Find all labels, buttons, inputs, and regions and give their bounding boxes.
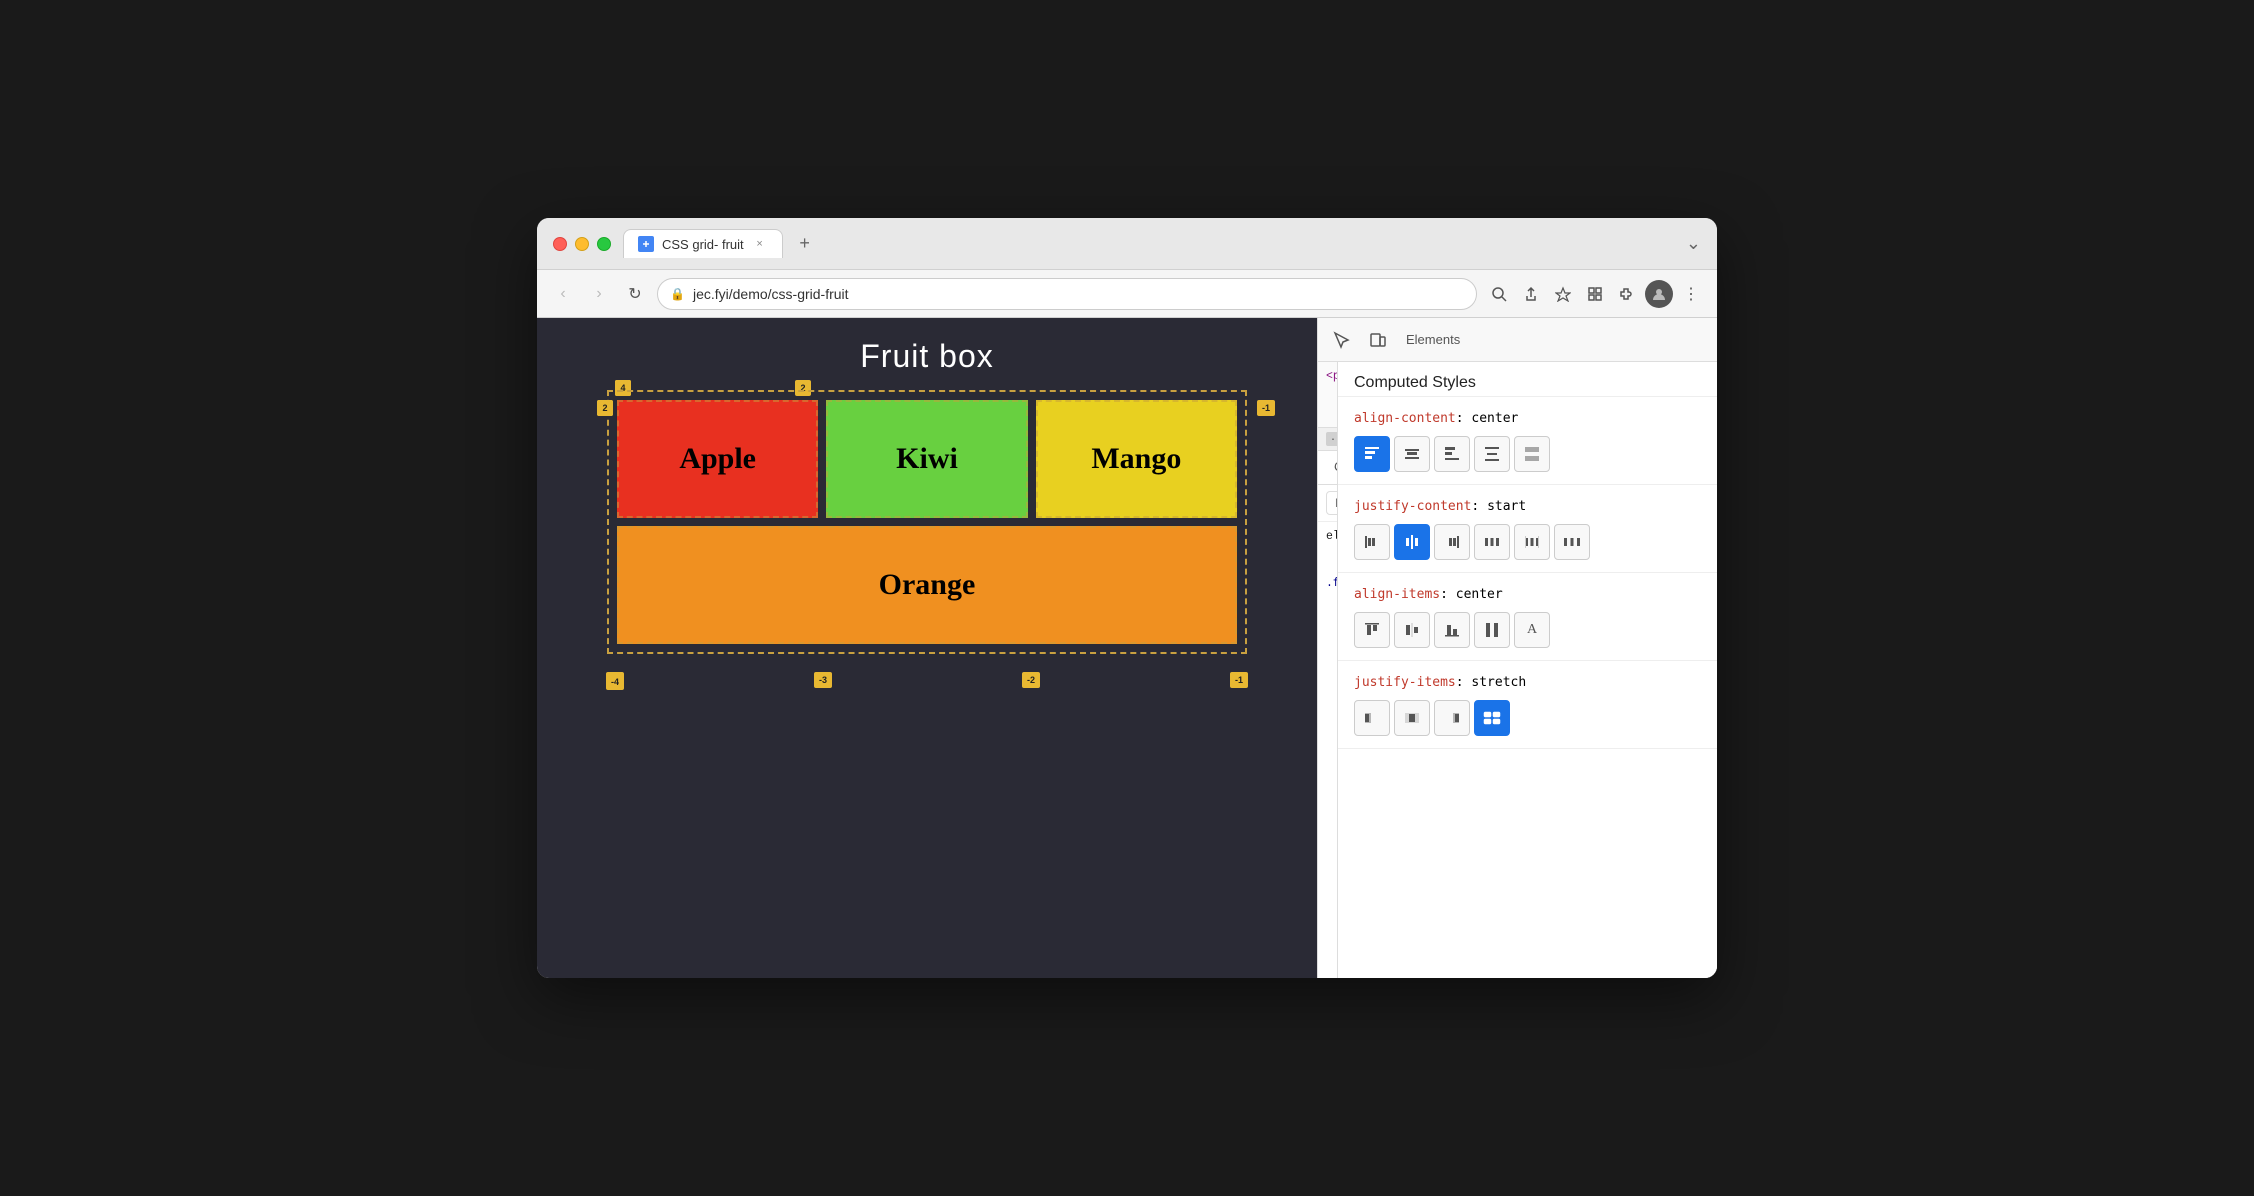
inspector-tool-button[interactable] xyxy=(1326,324,1358,356)
browser-window: CSS grid- fruit × + ⌄ ‹ › ↻ 🔒 jec.fyi/de… xyxy=(537,218,1717,978)
align-items-section: align-items: center xyxy=(1338,573,1717,661)
nav-bar: ‹ › ↻ 🔒 jec.fyi/demo/css-grid-fruit xyxy=(537,270,1717,318)
justify-content-value: start xyxy=(1487,499,1526,514)
justify-items-btn-stretch[interactable] xyxy=(1474,700,1510,736)
align-items-colon: : xyxy=(1440,587,1456,602)
align-content-value: center xyxy=(1471,411,1518,426)
grid-num-bottom-neg3: -3 xyxy=(814,672,832,688)
grid-wrapper: 1 2 3 4 1 2 -1 xyxy=(607,390,1247,654)
justify-items-prop: justify-items xyxy=(1354,675,1456,690)
back-button[interactable]: ‹ xyxy=(549,280,577,308)
share-button[interactable] xyxy=(1517,280,1545,308)
traffic-lights xyxy=(553,237,611,251)
profile-button[interactable] xyxy=(1645,280,1673,308)
fruit-page: Fruit box 1 2 3 4 1 2 xyxy=(537,318,1317,978)
justify-items-colon: : xyxy=(1456,675,1472,690)
justify-content-btn-between[interactable] xyxy=(1514,524,1550,560)
justify-items-buttons xyxy=(1354,700,1701,736)
more-menu-button[interactable]: ⋮ xyxy=(1677,280,1705,308)
align-items-prop: align-items xyxy=(1354,587,1440,602)
align-items-btn-end[interactable] xyxy=(1434,612,1470,648)
page-title: Fruit box xyxy=(860,338,993,375)
align-content-btn-between[interactable] xyxy=(1474,436,1510,472)
devtools-toolbar: Elements xyxy=(1318,318,1717,362)
close-button[interactable] xyxy=(553,237,567,251)
tab-bar: CSS grid- fruit × + xyxy=(623,229,1674,258)
align-items-buttons: A xyxy=(1354,612,1701,648)
reload-button[interactable]: ↻ xyxy=(621,280,649,308)
url-text: jec.fyi/demo/css-grid-fruit xyxy=(693,286,849,302)
align-content-btn-start[interactable] xyxy=(1354,436,1390,472)
align-content-btn-end[interactable] xyxy=(1434,436,1470,472)
justify-items-section: justify-items: stretch xyxy=(1338,661,1717,749)
page-content: Fruit box 1 2 3 4 1 2 xyxy=(537,318,1317,978)
tab-favicon xyxy=(638,236,654,252)
align-content-section: align-content: center xyxy=(1338,397,1717,485)
justify-content-prop: justify-content xyxy=(1354,499,1471,514)
lock-icon: 🔒 xyxy=(670,287,685,301)
mango-cell: Mango xyxy=(1036,400,1237,518)
grid-num-right-neg1: -1 xyxy=(1257,400,1275,416)
align-content-colon: : xyxy=(1456,411,1472,426)
grid-container: 1 2 -1 Apple Kiwi Mango Orange xyxy=(607,390,1247,654)
new-tab-button[interactable]: + xyxy=(791,230,819,258)
forward-button[interactable]: › xyxy=(585,280,613,308)
address-bar[interactable]: 🔒 jec.fyi/demo/css-grid-fruit xyxy=(657,278,1477,310)
devtools-panel: Elements <p>Fruit bo ▼ <div class= <di xyxy=(1317,318,1717,978)
justify-items-btn-end[interactable] xyxy=(1434,700,1470,736)
align-content-btn-center[interactable] xyxy=(1394,436,1430,472)
align-items-btn-stretch[interactable] xyxy=(1474,612,1510,648)
title-bar: CSS grid- fruit × + ⌄ xyxy=(537,218,1717,270)
align-content-btn-stretch[interactable] xyxy=(1514,436,1550,472)
tab-title: CSS grid- fruit xyxy=(662,237,744,252)
justify-content-buttons xyxy=(1354,524,1701,560)
justify-content-btn-start[interactable] xyxy=(1354,524,1390,560)
maximize-button[interactable] xyxy=(597,237,611,251)
devtools-main: <p>Fruit bo ▼ <div class= <div clas ... … xyxy=(1318,362,1717,978)
justify-content-btn-center[interactable] xyxy=(1394,524,1430,560)
fruit-grid: Apple Kiwi Mango Orange xyxy=(609,392,1245,652)
align-content-prop: align-content xyxy=(1354,411,1456,426)
align-items-label: align-items: center xyxy=(1354,585,1701,602)
justify-items-label: justify-items: stretch xyxy=(1354,673,1701,690)
browser-tab[interactable]: CSS grid- fruit × xyxy=(623,229,783,258)
align-content-label: align-content: center xyxy=(1354,409,1701,426)
align-items-btn-center[interactable] xyxy=(1394,612,1430,648)
bookmark-button[interactable] xyxy=(1549,280,1577,308)
justify-items-value: stretch xyxy=(1471,675,1526,690)
window-more-button[interactable]: ⌄ xyxy=(1686,233,1701,254)
align-items-btn-baseline[interactable]: A xyxy=(1514,612,1550,648)
align-content-buttons xyxy=(1354,436,1701,472)
justify-items-btn-start[interactable] xyxy=(1354,700,1390,736)
main-area: Fruit box 1 2 3 4 1 2 xyxy=(537,318,1717,978)
justify-items-btn-center[interactable] xyxy=(1394,700,1430,736)
computed-styles-panel: Computed Styles align-content: center xyxy=(1337,362,1717,978)
justify-content-btn-end[interactable] xyxy=(1434,524,1470,560)
apple-cell: Apple xyxy=(617,400,818,518)
elements-tab[interactable]: Elements xyxy=(1398,332,1468,347)
grid-num-bottom-neg2: -2 xyxy=(1022,672,1040,688)
grid-num-bottom-3-neg4: -4 xyxy=(606,674,624,690)
grid-num-bottom-neg1: -1 xyxy=(1230,672,1248,688)
justify-content-btn-evenly[interactable] xyxy=(1554,524,1590,560)
minimize-button[interactable] xyxy=(575,237,589,251)
orange-cell: Orange xyxy=(617,526,1237,644)
computed-panel-inner: align-content: center xyxy=(1338,397,1717,978)
kiwi-cell: Kiwi xyxy=(826,400,1027,518)
puzzle-button[interactable] xyxy=(1613,280,1641,308)
justify-content-label: justify-content: start xyxy=(1354,497,1701,514)
tab-close-button[interactable]: × xyxy=(752,236,768,252)
justify-content-colon: : xyxy=(1471,499,1487,514)
grid-num-bottom-neg4: 3 xyxy=(606,672,624,688)
align-items-btn-start[interactable] xyxy=(1354,612,1390,648)
justify-content-section: justify-content: start xyxy=(1338,485,1717,573)
computed-styles-title: Computed Styles xyxy=(1338,362,1717,397)
nav-actions: ⋮ xyxy=(1485,280,1705,308)
device-mode-button[interactable] xyxy=(1362,324,1394,356)
align-items-value: center xyxy=(1456,587,1503,602)
zoom-button[interactable] xyxy=(1485,280,1513,308)
justify-content-btn-around[interactable] xyxy=(1474,524,1510,560)
extensions-button[interactable] xyxy=(1581,280,1609,308)
